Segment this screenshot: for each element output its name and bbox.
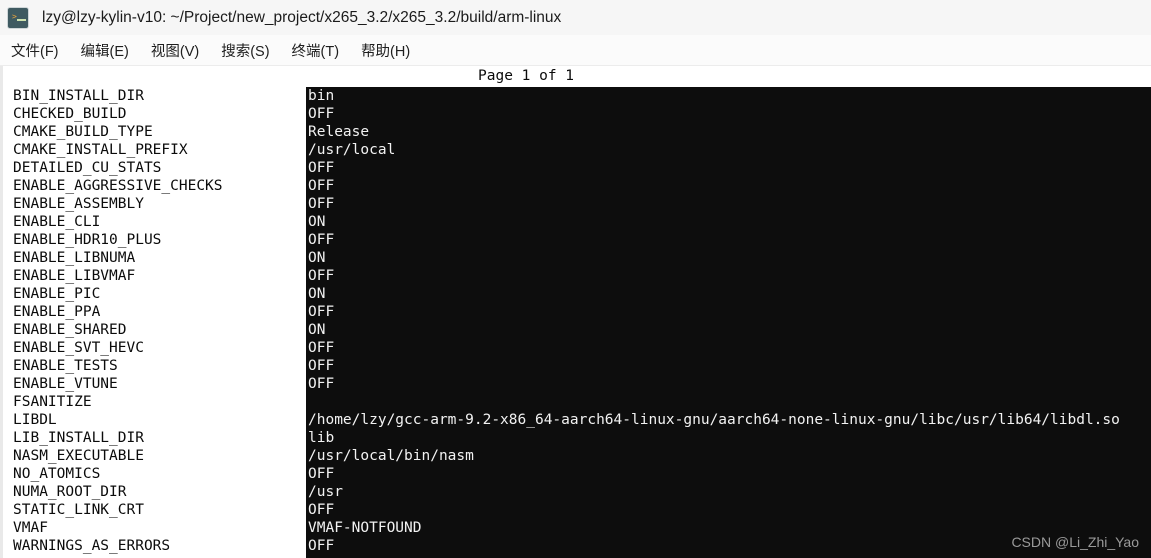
terminal-row: CMAKE_INSTALL_PREFIX/usr/local xyxy=(0,141,1151,159)
variable-value: ON xyxy=(308,322,326,338)
variable-value: ON xyxy=(308,286,326,302)
menu-terminal[interactable]: 终端(T) xyxy=(292,40,340,61)
variable-value: OFF xyxy=(308,268,335,284)
cmake-variable-list: BIN_INSTALL_DIR bin CHECKED_BUILD OFF CMAKE_… xyxy=(0,87,1151,555)
variable-name: ENABLE_VTUNE xyxy=(13,376,118,392)
menu-view[interactable]: 视图(V) xyxy=(151,40,199,61)
variable-name: ENABLE_SVT_HEVC xyxy=(13,340,144,356)
terminal-row: LIBDL/home/lzy/gcc-arm-9.2-x86_64-aarch6… xyxy=(0,411,1151,429)
terminal-row: LIB_INSTALL_DIR lib xyxy=(0,429,1151,447)
terminal-row: FSANITIZE xyxy=(0,393,1151,411)
variable-value: OFF xyxy=(308,538,335,554)
variable-value: /usr/local xyxy=(308,142,396,158)
terminal-row: ENABLE_PIC ON xyxy=(0,285,1151,303)
variable-value: OFF xyxy=(308,340,335,356)
window-title: lzy@lzy-kylin-v10: ~/Project/new_project… xyxy=(42,8,562,26)
terminal-content[interactable]: Page 1 of 1 BIN_INSTALL_DIR bin CHECKED_BU… xyxy=(0,66,1151,558)
variable-name: DETAILED_CU_STATS xyxy=(13,160,162,176)
terminal-row: WARNINGS_AS_ERRORS OFF xyxy=(0,537,1151,555)
terminal-row: ENABLE_LIBNUMA ON xyxy=(0,249,1151,267)
variable-name: NUMA_ROOT_DIR xyxy=(13,484,127,500)
terminal-icon: > xyxy=(7,6,29,29)
variable-name: ENABLE_TESTS xyxy=(13,358,118,374)
variable-value: bin xyxy=(308,88,335,104)
variable-name: STATIC_LINK_CRT xyxy=(13,502,144,518)
variable-value: OFF xyxy=(308,232,335,248)
variable-name: ENABLE_CLI xyxy=(13,214,101,230)
variable-value: ON xyxy=(308,214,326,230)
terminal-row: CMAKE_BUILD_TYPE Release xyxy=(0,123,1151,141)
variable-value: /home/lzy/gcc-arm-9.2-x86_64-aarch64-lin… xyxy=(308,412,1120,428)
terminal-row: ENABLE_SHARED ON xyxy=(0,321,1151,339)
terminal-row: NO_ATOMICS OFF xyxy=(0,465,1151,483)
terminal-row: ENABLE_VTUNE OFF xyxy=(0,375,1151,393)
variable-value: OFF xyxy=(308,466,335,482)
terminal-row: STATIC_LINK_CRT OFF xyxy=(0,501,1151,519)
terminal-row: DETAILED_CU_STATS OFF xyxy=(0,159,1151,177)
variable-name: ENABLE_ASSEMBLY xyxy=(13,196,144,212)
variable-name: LIBDL xyxy=(13,412,57,428)
variable-name: ENABLE_HDR10_PLUS xyxy=(13,232,162,248)
terminal-row: ENABLE_TESTS OFF xyxy=(0,357,1151,375)
variable-name: NASM_EXECUTABLE xyxy=(13,448,144,464)
variable-name: ENABLE_SHARED xyxy=(13,322,127,338)
terminal-header-line: Page 1 of 1 xyxy=(0,66,1151,87)
variable-name: ENABLE_LIBVMAF xyxy=(13,268,136,284)
terminal-row: CHECKED_BUILD OFF xyxy=(0,105,1151,123)
variable-value: Release xyxy=(308,124,370,140)
prompt-bar-glyph xyxy=(17,18,26,21)
terminal-row: ENABLE_AGGRESSIVE_CHECKS OFF xyxy=(0,177,1151,195)
variable-value: OFF xyxy=(308,358,335,374)
terminal-row: BIN_INSTALL_DIR bin xyxy=(0,87,1151,105)
page-indicator: Page 1 of 1 xyxy=(478,68,575,84)
variable-value: OFF xyxy=(308,106,335,122)
variable-name: FSANITIZE xyxy=(13,394,92,410)
variable-name: CMAKE_INSTALL_PREFIX xyxy=(13,142,188,158)
variable-value: OFF xyxy=(308,196,335,212)
menu-help[interactable]: 帮助(H) xyxy=(361,40,410,61)
terminal-row: VMAF VMAF-NOTFOUND xyxy=(0,519,1151,537)
variable-value: /usr xyxy=(308,484,343,500)
menu-edit[interactable]: 编辑(E) xyxy=(81,40,129,61)
variable-value: lib xyxy=(308,430,335,446)
variable-value: OFF xyxy=(308,160,335,176)
terminal-row: ENABLE_ASSEMBLY OFF xyxy=(0,195,1151,213)
variable-name: ENABLE_PPA xyxy=(13,304,101,320)
variable-value: OFF xyxy=(308,304,335,320)
variable-name: CHECKED_BUILD xyxy=(13,106,127,122)
variable-name: VMAF xyxy=(13,520,48,536)
variable-name: WARNINGS_AS_ERRORS xyxy=(13,538,171,554)
titlebar: > lzy@lzy-kylin-v10: ~/Project/new_proje… xyxy=(0,0,1151,35)
menu-search[interactable]: 搜索(S) xyxy=(221,40,269,61)
terminal-row: ENABLE_PPA OFF xyxy=(0,303,1151,321)
terminal-row: NASM_EXECUTABLE/usr/local/bin/nasm xyxy=(0,447,1151,465)
terminal-window: > lzy@lzy-kylin-v10: ~/Project/new_proje… xyxy=(0,0,1151,558)
variable-value: OFF xyxy=(308,178,335,194)
terminal-row: ENABLE_HDR10_PLUS OFF xyxy=(0,231,1151,249)
menubar: 文件(F) 编辑(E) 视图(V) 搜索(S) 终端(T) 帮助(H) xyxy=(0,35,1151,66)
variable-value: ON xyxy=(308,250,326,266)
variable-name: NO_ATOMICS xyxy=(13,466,101,482)
variable-name: ENABLE_LIBNUMA xyxy=(13,250,136,266)
terminal-row: ENABLE_SVT_HEVC OFF xyxy=(0,339,1151,357)
variable-name: ENABLE_AGGRESSIVE_CHECKS xyxy=(13,178,223,194)
terminal-row: ENABLE_LIBVMAF OFF xyxy=(0,267,1151,285)
variable-name: LIB_INSTALL_DIR xyxy=(13,430,144,446)
menu-file[interactable]: 文件(F) xyxy=(11,40,59,61)
terminal-row: ENABLE_CLI ON xyxy=(0,213,1151,231)
variable-value: VMAF-NOTFOUND xyxy=(308,520,422,536)
variable-name: ENABLE_PIC xyxy=(13,286,101,302)
variable-value: OFF xyxy=(308,502,335,518)
variable-value: OFF xyxy=(308,376,335,392)
variable-value: /usr/local/bin/nasm xyxy=(308,448,474,464)
variable-name: BIN_INSTALL_DIR xyxy=(13,88,144,104)
terminal-row: NUMA_ROOT_DIR/usr xyxy=(0,483,1151,501)
variable-name: CMAKE_BUILD_TYPE xyxy=(13,124,153,140)
